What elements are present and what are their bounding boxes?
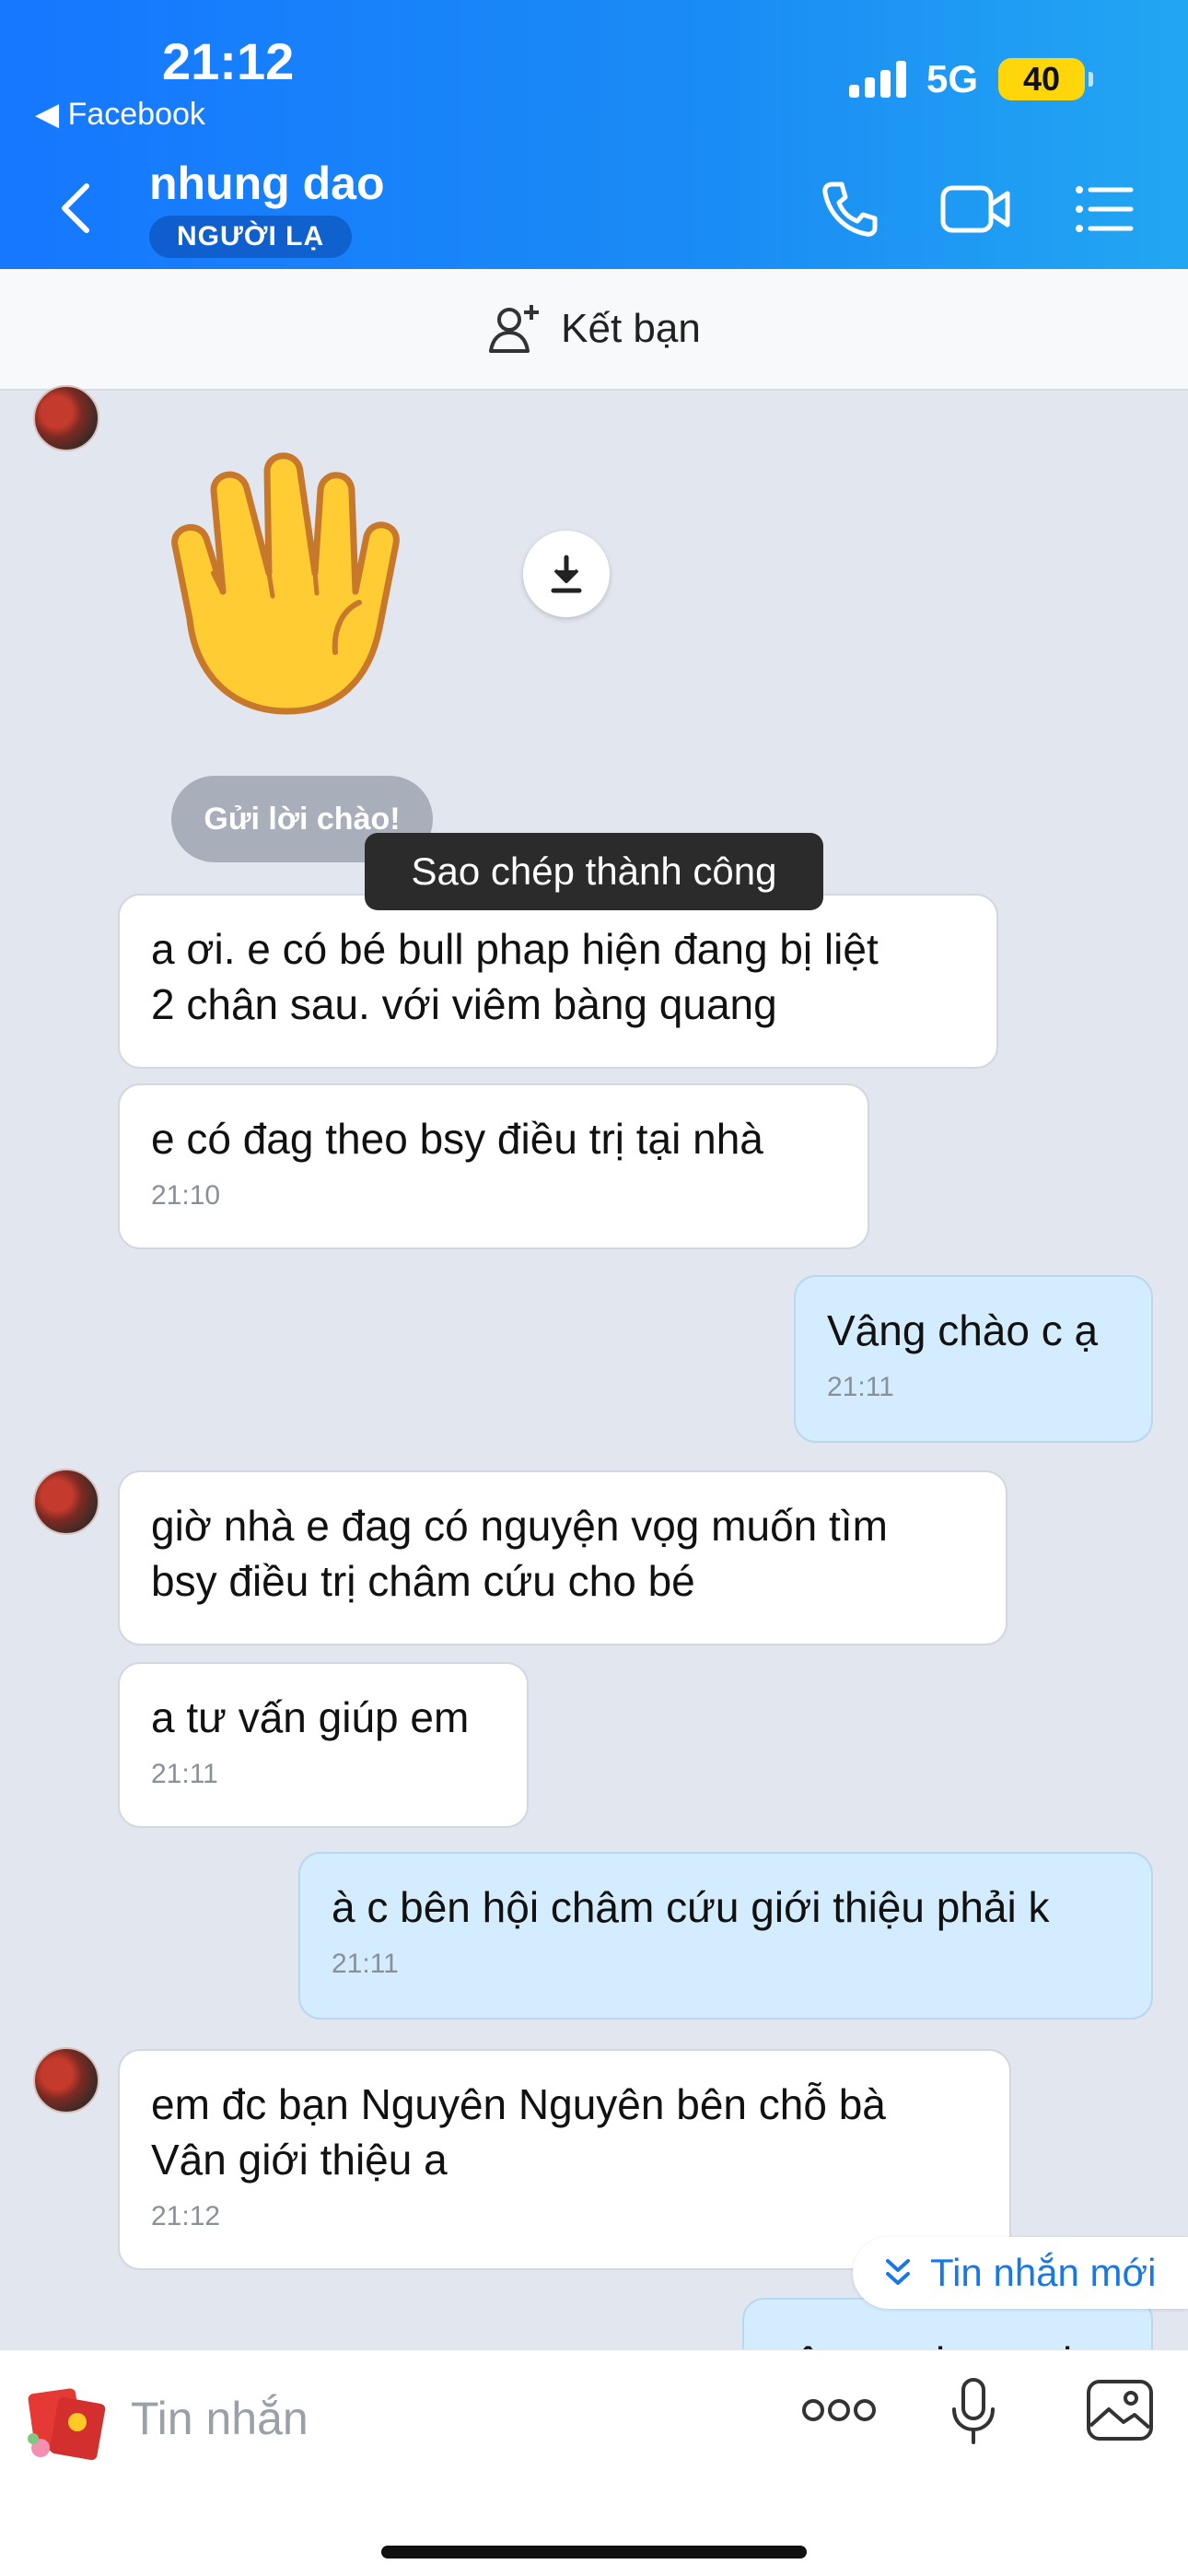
message-time: 21:10 [151,1180,221,1211]
message-line: bsy điều trị châm cứu cho bé [151,1557,695,1605]
message-time: 21:11 [332,1949,399,1979]
waving-hand-sticker[interactable] [158,435,453,730]
signal-icon [848,61,906,98]
message-input[interactable] [131,2383,720,2453]
contact-name[interactable]: nhung dao [149,157,385,210]
phone-icon[interactable] [818,177,882,241]
message-line: em đc bạn Nguyên Nguyên bên chỗ bà [151,2080,886,2128]
message-line: Vâng chào c ạ [827,1306,1099,1354]
composer-bar [0,2349,1188,2576]
menu-list-icon[interactable] [1074,177,1135,241]
status-right: 5G 40 [848,57,1093,101]
message-line: 2 chân sau. với viêm bàng quang [151,980,777,1028]
video-icon[interactable] [939,177,1013,241]
message-bubble-outgoing[interactable]: Vâng chào c ạ 21:11 [794,1275,1153,1443]
image-icon[interactable] [1085,2378,1155,2442]
avatar[interactable] [33,2047,99,2113]
message-line: a ơi. e có bé bull phap hiện đang bị liệ… [151,925,879,973]
microphone-icon[interactable] [950,2376,996,2446]
new-messages-label: Tin nhắn mới [930,2251,1157,2294]
message-bubble[interactable]: giờ nhà e đag có nguyện vọg muốn tìm bsy… [118,1470,1007,1645]
red-envelope-icon[interactable] [22,2374,111,2463]
chevron-left-icon[interactable] [57,181,94,236]
message-bubble[interactable]: em đc bạn Nguyên Nguyên bên chỗ bà Vân g… [118,2049,1011,2270]
message-bubble[interactable]: a ơi. e có bé bull phap hiện đang bị liệ… [118,894,998,1069]
new-messages-button[interactable]: Tin nhắn mới [853,2237,1188,2309]
message-time: 21:11 [827,1372,894,1402]
message-time: 21:11 [151,1759,218,1789]
message-time: 21:12 [151,2201,221,2231]
message-line: e có đag theo bsy điều trị tại nhà [151,1115,763,1163]
message-bubble[interactable]: a tư vấn giúp em 21:11 [118,1662,529,1828]
message-line: a tư vấn giúp em [151,1693,470,1741]
chevron-down-double-icon [886,2259,910,2285]
back-app-label: Facebook [67,97,205,132]
message-bubble[interactable]: e có đag theo bsy điều trị tại nhà 21:10 [118,1083,869,1249]
back-to-app-link[interactable]: ◀ Facebook [35,96,205,133]
battery-level: 40 [1022,60,1061,98]
chat-header: 21:12 ◀ Facebook 5G 40 nhung dao NGƯỜI L… [0,0,1188,269]
add-friend-label: Kết bạn [561,306,701,351]
add-friend-bar[interactable]: Kết bạn [0,269,1188,391]
status-time: 21:12 [162,32,295,90]
toast-message: Sao chép thành công [365,833,823,910]
home-indicator[interactable] [381,2546,807,2558]
message-line: à c bên hội châm cứu giới thiệu phải k [332,1883,1050,1931]
download-button[interactable] [523,531,610,617]
download-icon [551,555,582,593]
stranger-badge: NGƯỜI LẠ [149,216,353,258]
add-user-icon [489,305,540,353]
avatar[interactable] [33,1469,99,1535]
message-line: Vân giới thiệu a [151,2136,448,2184]
message-bubble-outgoing[interactable]: à c bên hội châm cứu giới thiệu phải k 2… [298,1852,1153,2020]
avatar[interactable] [33,385,99,451]
back-triangle-icon: ◀ [35,97,68,132]
network-label: 5G [926,57,978,100]
battery-icon: 40 [998,58,1093,100]
more-dots-icon[interactable] [801,2396,877,2424]
message-line: giờ nhà e đag có nguyện vọg muốn tìm [151,1502,888,1550]
